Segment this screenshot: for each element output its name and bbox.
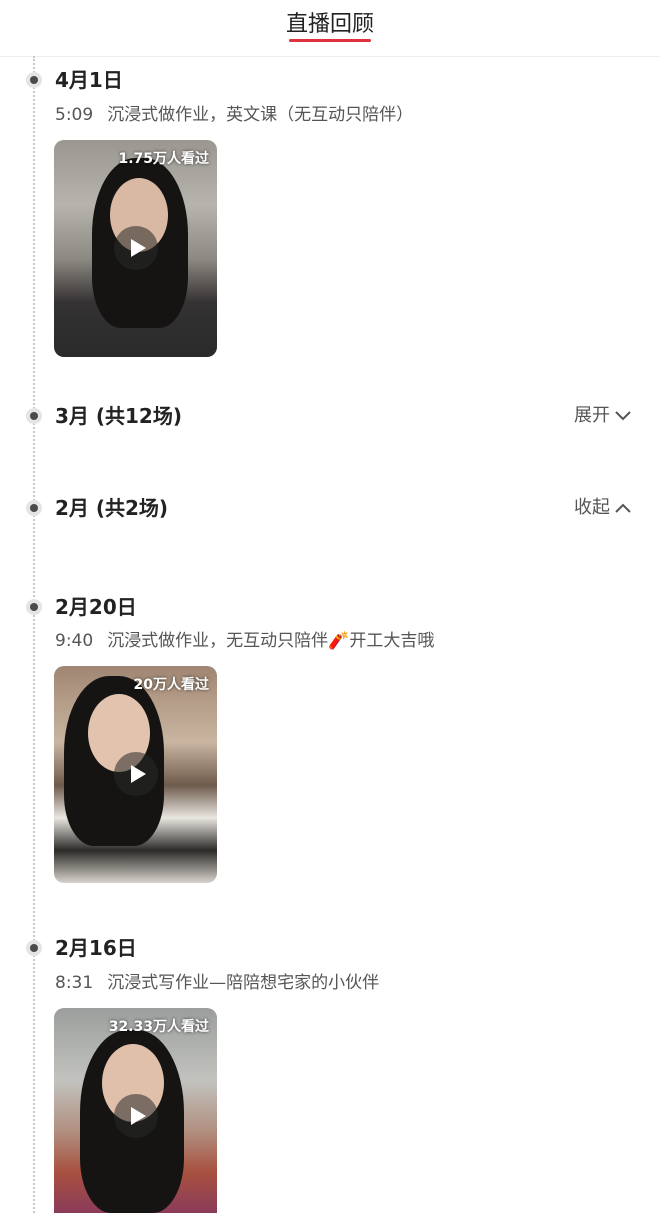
viewer-count: 1.75万人看过 [118, 151, 209, 167]
collapse-button[interactable]: 收起 [574, 494, 632, 522]
entry-time: 8:31 [55, 973, 94, 993]
entry-time: 5:09 [55, 105, 94, 125]
chevron-down-icon [615, 411, 631, 421]
month-group-march: 3月 (共12场) 展开 [55, 402, 632, 430]
replay-thumbnail[interactable]: 32.33万人看过 [54, 1008, 217, 1213]
viewer-count: 20万人看过 [133, 677, 209, 693]
active-tab-indicator [289, 39, 371, 42]
expand-button[interactable]: 展开 [574, 402, 632, 430]
replay-thumbnail[interactable]: 20万人看过 [54, 666, 217, 883]
timeline-node [26, 500, 42, 516]
entry-date: 4月1日 [55, 68, 123, 92]
play-icon[interactable] [114, 226, 158, 270]
tab-live-replay[interactable]: 直播回顾 [0, 6, 660, 38]
entry-description: 9:40 沉浸式做作业，无互动只陪伴🧨开工大吉哦 [55, 629, 434, 653]
top-bar: 直播回顾 [0, 0, 660, 57]
entry-description: 5:09 沉浸式做作业，英文课（无互动只陪伴） [55, 103, 413, 127]
entry-date: 2月16日 [55, 936, 137, 960]
replay-thumbnail[interactable]: 1.75万人看过 [54, 140, 217, 357]
chevron-up-icon [615, 503, 631, 513]
collapse-label: 收起 [574, 497, 610, 518]
entry-date: 2月20日 [55, 595, 137, 619]
timeline-node [26, 599, 42, 615]
play-icon[interactable] [114, 1094, 158, 1138]
viewer-count: 32.33万人看过 [108, 1019, 209, 1035]
timeline-node [26, 408, 42, 424]
entry-time: 9:40 [55, 631, 94, 651]
timeline-line [33, 56, 35, 1213]
entry-title: 沉浸式写作业—陪陪想宅家的小伙伴 [107, 973, 380, 993]
play-icon[interactable] [114, 752, 158, 796]
timeline-node [26, 940, 42, 956]
entry-description: 8:31 沉浸式写作业—陪陪想宅家的小伙伴 [55, 971, 379, 995]
entry-title: 沉浸式做作业，英文课（无互动只陪伴） [107, 105, 414, 125]
month-title: 2月 (共2场) [55, 496, 169, 520]
entry-title: 沉浸式做作业，无互动只陪伴🧨开工大吉哦 [107, 631, 435, 651]
month-title: 3月 (共12场) [55, 404, 182, 428]
expand-label: 展开 [574, 405, 610, 426]
timeline-node [26, 72, 42, 88]
month-group-february: 2月 (共2场) 收起 [55, 494, 632, 522]
